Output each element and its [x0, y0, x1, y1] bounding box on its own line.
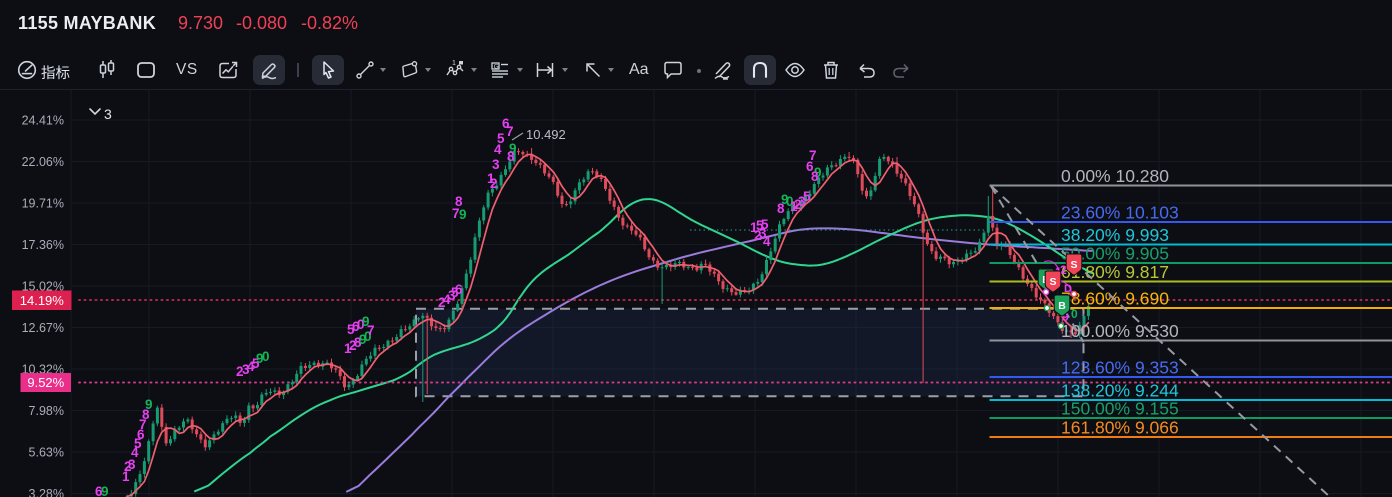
svg-text:38.20% 9.993: 38.20% 9.993 [1061, 225, 1169, 245]
svg-text:0: 0 [1071, 307, 1078, 321]
svg-text:0.00% 10.280: 0.00% 10.280 [1061, 166, 1169, 186]
svg-text:G: G [494, 63, 499, 70]
svg-text:5.63%: 5.63% [29, 446, 64, 460]
svg-text:9: 9 [101, 484, 109, 497]
svg-text:9: 9 [145, 397, 153, 412]
svg-text:7.98%: 7.98% [29, 404, 64, 418]
svg-text:S: S [1049, 276, 1056, 288]
svg-text:8: 8 [777, 201, 785, 216]
svg-text:22.06%: 22.06% [22, 155, 64, 169]
svg-text:B: B [1058, 300, 1066, 312]
svg-text:14.19%: 14.19% [20, 293, 65, 308]
svg-text:2: 2 [490, 176, 498, 191]
svg-text:5: 5 [803, 189, 811, 204]
svg-text:9: 9 [459, 207, 467, 222]
svg-text:6: 6 [455, 282, 463, 297]
svg-text:9.52%: 9.52% [27, 375, 64, 390]
svg-text:3: 3 [104, 106, 112, 122]
svg-text:0: 0 [262, 349, 270, 364]
svg-text:12.67%: 12.67% [22, 321, 64, 335]
svg-text:8: 8 [811, 169, 819, 184]
svg-text:19.71%: 19.71% [22, 197, 64, 211]
svg-text:4: 4 [763, 234, 771, 249]
svg-text:3: 3 [492, 157, 500, 172]
svg-text:7: 7 [506, 124, 514, 139]
svg-text:7: 7 [809, 148, 817, 163]
svg-text:10.492: 10.492 [526, 127, 566, 142]
svg-text:1: 1 [452, 60, 456, 67]
svg-text:7: 7 [367, 323, 375, 338]
svg-text:8: 8 [507, 149, 515, 164]
svg-text:100.00% 9.530: 100.00% 9.530 [1061, 321, 1179, 341]
svg-text:150.00% 9.155: 150.00% 9.155 [1061, 399, 1179, 419]
svg-text:161.80% 9.066: 161.80% 9.066 [1061, 418, 1179, 438]
svg-text:123.60% 9.353: 123.60% 9.353 [1061, 358, 1179, 378]
svg-text:138.20% 9.244: 138.20% 9.244 [1061, 381, 1179, 401]
svg-text:3.28%: 3.28% [29, 487, 64, 497]
svg-text:4: 4 [494, 142, 502, 157]
svg-text:78.60% 9.690: 78.60% 9.690 [1061, 289, 1169, 309]
svg-text:23.60% 10.103: 23.60% 10.103 [1061, 203, 1179, 223]
svg-text:17.36%: 17.36% [22, 238, 64, 252]
svg-text:24.41%: 24.41% [22, 114, 64, 128]
svg-text:S: S [1070, 259, 1077, 271]
